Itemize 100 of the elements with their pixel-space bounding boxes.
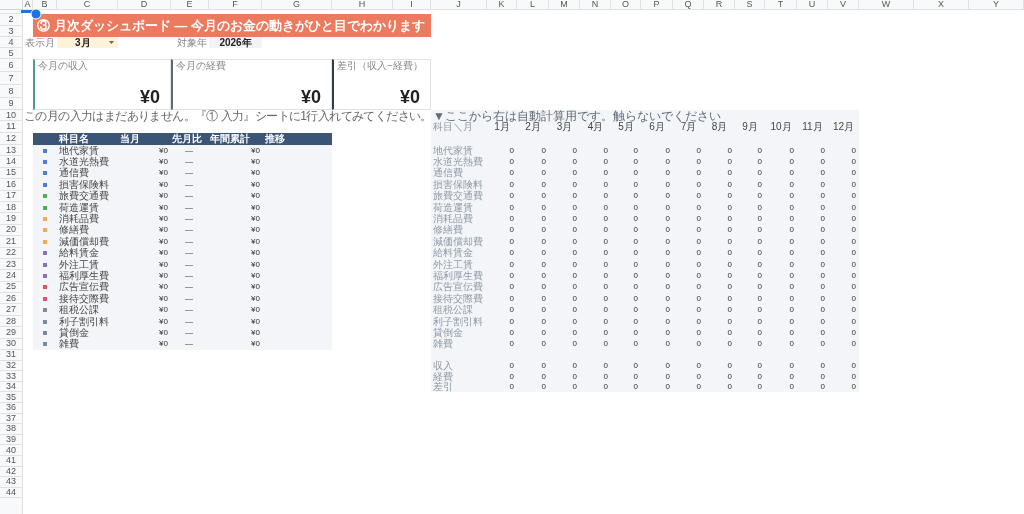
column-header[interactable]: P (641, 0, 673, 10)
table-cell-text: 福利厚生費 (58, 270, 110, 282)
cell-selection-handle[interactable] (21, 8, 42, 20)
table-cell-text: 0 (695, 201, 702, 214)
row-header[interactable]: 33 (0, 371, 23, 382)
table-cell-text: 給料賃金 (432, 247, 473, 259)
table-cell-text: 0 (850, 258, 857, 271)
row-header[interactable]: 21 (0, 236, 23, 248)
table-cell-text: 水道光熱費 (432, 156, 484, 168)
row-header[interactable]: 41 (0, 455, 23, 467)
row-header[interactable]: 31 (0, 350, 23, 361)
row-header[interactable]: 14 (0, 156, 23, 168)
column-header[interactable]: N (580, 0, 611, 10)
table-cell-text: 外注工賃 (58, 258, 99, 270)
row-header[interactable]: 13 (0, 145, 23, 157)
column-header[interactable]: D (118, 0, 171, 10)
table-cell-text: 0 (571, 304, 578, 316)
table-cell-text: 接待交際費 (58, 293, 110, 304)
column-header[interactable]: E (171, 0, 209, 10)
table-cell-text: 0 (695, 327, 702, 339)
corner-cell[interactable] (0, 0, 23, 10)
table-cell-text: ¥0 (250, 247, 261, 259)
table-cell-text: 雑費 (432, 338, 453, 351)
table-cell-text: 0 (540, 270, 547, 282)
table-cell-text: ¥0 (250, 270, 261, 282)
table-cell-text: 接待交際費 (432, 293, 484, 304)
table-cell-text: 0 (850, 247, 857, 259)
column-header[interactable]: L (517, 0, 549, 10)
table-cell-text: 0 (756, 338, 763, 351)
row-header[interactable]: 11 (0, 121, 23, 133)
row-header[interactable]: 27 (0, 304, 23, 316)
table-cell-text: 0 (788, 156, 795, 168)
row-header[interactable]: 29 (0, 327, 23, 339)
table-cell-text: 0 (664, 371, 671, 382)
row-header[interactable]: 2 (0, 14, 23, 26)
table-cell-text: ¥0 (158, 156, 169, 168)
column-header[interactable]: H (332, 0, 393, 10)
table-cell-text: 0 (788, 304, 795, 316)
column-header[interactable]: Y (969, 0, 1024, 10)
column-header[interactable]: M (549, 0, 580, 10)
table-cell-text: 0 (695, 360, 702, 372)
table-cell-text: ¥0 (158, 327, 169, 339)
table-cell-text: 0 (850, 281, 857, 294)
row-header[interactable]: 38 (0, 424, 23, 435)
column-header[interactable]: I (393, 0, 431, 10)
table-cell-text: 地代家賃 (58, 145, 99, 156)
table-cell-text: 0 (664, 224, 671, 237)
table-cell-text: 通信費 (58, 167, 89, 179)
row-header[interactable]: 35 (0, 392, 23, 403)
column-header[interactable]: K (487, 0, 517, 10)
month-dropdown[interactable]: 3月 (57, 37, 118, 48)
table-cell-text: 0 (726, 213, 733, 225)
table-cell-text: 0 (602, 360, 609, 372)
row-header[interactable]: 10 (0, 110, 23, 121)
column-header[interactable]: G (262, 0, 332, 10)
column-header[interactable]: U (797, 0, 828, 10)
row-header[interactable]: 3 (0, 26, 23, 37)
table-cell-text: 0 (726, 381, 733, 393)
table-cell-text: 0 (788, 236, 795, 248)
row-header[interactable]: 17 (0, 190, 23, 202)
column-header[interactable]: V (828, 0, 859, 10)
row-header[interactable] (0, 10, 23, 14)
row-header[interactable]: 9 (0, 98, 23, 110)
row-header[interactable]: 16 (0, 179, 23, 191)
table-cell-text: 0 (819, 338, 826, 351)
column-header[interactable]: T (765, 0, 797, 10)
table-cell-text: ¥0 (158, 213, 169, 225)
row-header[interactable]: 43 (0, 477, 23, 488)
table-cell-text: 0 (788, 213, 795, 225)
row-header[interactable]: 4 (0, 37, 23, 48)
row-header[interactable]: 24 (0, 270, 23, 282)
column-header[interactable]: C (57, 0, 118, 10)
row-header[interactable]: 26 (0, 293, 23, 305)
row-header[interactable]: 19 (0, 213, 23, 225)
table-cell-text: 0 (571, 258, 578, 271)
row-header[interactable]: 12 (0, 133, 23, 145)
table-cell-text: 0 (632, 338, 639, 351)
column-header[interactable]: S (735, 0, 765, 10)
table-cell-text: 0 (602, 167, 609, 180)
row-header[interactable]: 22 (0, 247, 23, 259)
row-header[interactable]: 6 (0, 59, 23, 72)
table-cell-text: ¥0 (158, 338, 169, 351)
row-header[interactable]: 5 (0, 48, 23, 59)
column-header[interactable]: O (611, 0, 641, 10)
row-header[interactable]: 36 (0, 403, 23, 414)
column-header[interactable]: R (704, 0, 735, 10)
column-header[interactable]: W (859, 0, 914, 10)
row-header[interactable]: 8 (0, 85, 23, 98)
column-header[interactable]: J (431, 0, 487, 10)
table-cell-text: 0 (508, 360, 515, 372)
column-header[interactable]: X (914, 0, 969, 10)
table-cell-text: 減価償却費 (58, 236, 110, 248)
row-header[interactable]: 7 (0, 72, 23, 85)
row-header[interactable]: 40 (0, 445, 23, 456)
table-cell-text: 0 (726, 224, 733, 237)
column-header[interactable]: F (209, 0, 262, 10)
table-cell-text: 0 (602, 315, 609, 328)
column-header[interactable]: Q (673, 0, 704, 10)
table-cell-text: — (184, 156, 194, 168)
table-cell-text: 貸倒金 (432, 327, 463, 339)
